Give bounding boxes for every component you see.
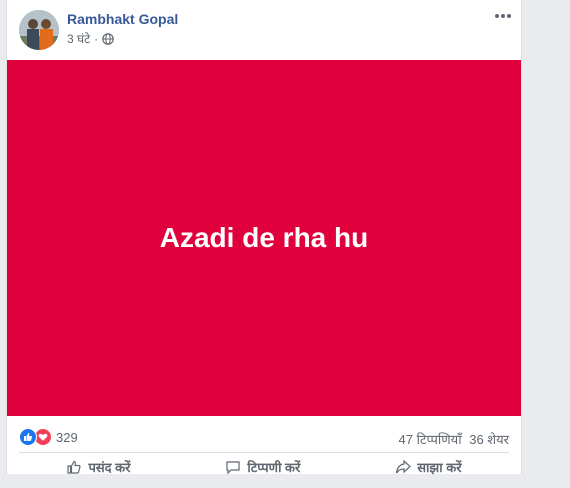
engagement-counts: 47 टिप्पणियाँ 36 शेयर bbox=[399, 430, 509, 448]
post-content-background[interactable]: Azadi de rha hu bbox=[7, 60, 521, 416]
share-icon bbox=[396, 459, 412, 474]
author-avatar[interactable] bbox=[19, 10, 59, 50]
share-button[interactable]: साझा करें bbox=[395, 458, 462, 476]
like-outline-icon bbox=[67, 460, 82, 474]
post-time[interactable]: 3 घंटे bbox=[67, 30, 90, 47]
stats-divider bbox=[19, 452, 509, 453]
share-button-label: साझा करें bbox=[417, 460, 462, 475]
post-content-text: Azadi de rha hu bbox=[159, 222, 369, 253]
comment-button[interactable]: टिप्पणी करें bbox=[225, 458, 300, 476]
comment-button-label: टिप्पणी करें bbox=[247, 460, 301, 475]
reactions-count: 329 bbox=[56, 429, 78, 445]
comments-count-link[interactable]: 47 टिप्पणियाँ bbox=[399, 432, 462, 447]
more-options-icon[interactable] bbox=[491, 6, 515, 26]
meta-separator: · bbox=[94, 31, 99, 46]
post-action-bar: पसंद करें टिप्पणी करें साझा करें bbox=[19, 458, 509, 488]
reactions-summary[interactable]: 329 bbox=[19, 428, 78, 446]
post-meta: 3 घंटे · bbox=[67, 30, 114, 47]
post-stats: 329 47 टिप्पणियाँ 36 शेयर bbox=[7, 416, 521, 456]
post-header: Rambhakt Gopal 3 घंटे · bbox=[7, 0, 521, 60]
post-card: Rambhakt Gopal 3 घंटे · Azadi de rha hu bbox=[6, 0, 522, 475]
shares-count-link[interactable]: 36 शेयर bbox=[469, 432, 509, 447]
like-icon bbox=[19, 428, 37, 446]
author-name[interactable]: Rambhakt Gopal bbox=[67, 11, 178, 27]
like-button-label: पसंद करें bbox=[88, 460, 131, 475]
globe-icon[interactable] bbox=[102, 32, 114, 45]
like-button[interactable]: पसंद करें bbox=[66, 458, 130, 476]
comment-icon bbox=[226, 461, 240, 475]
